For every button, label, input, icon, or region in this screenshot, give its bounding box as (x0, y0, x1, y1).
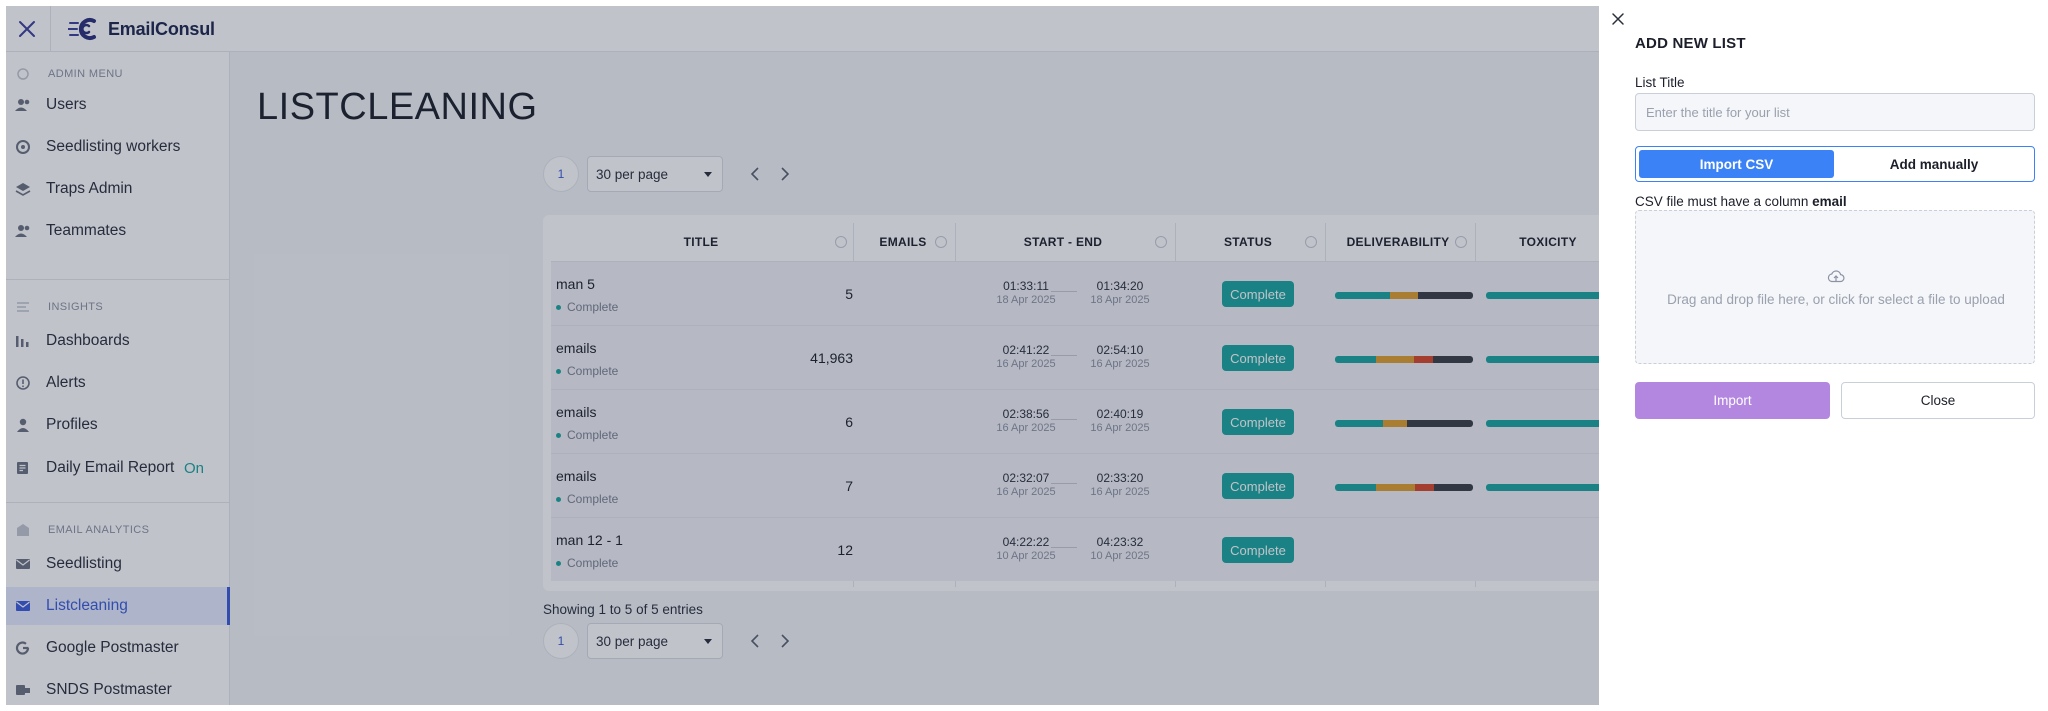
tab-add-manually[interactable]: Add manually (1836, 150, 2032, 178)
csv-requirement-note: CSV file must have a column email (1635, 194, 1847, 209)
dropzone-text: Drag and drop file here, or click for se… (1667, 292, 2005, 307)
import-mode-toggle: Import CSV Add manually (1635, 146, 2035, 182)
csv-column-name: email (1812, 194, 1847, 209)
tab-import-csv[interactable]: Import CSV (1639, 150, 1834, 178)
add-new-list-drawer: ADD NEW LIST List Title Import CSV Add m… (1599, 6, 2042, 705)
close-button[interactable]: Close (1841, 382, 2035, 419)
list-title-label: List Title (1635, 75, 1685, 90)
import-button[interactable]: Import (1635, 382, 1830, 419)
app-frame: EmailConsul ADMIN MENU Users Seedlisting… (6, 6, 2042, 705)
drawer-title: ADD NEW LIST (1635, 35, 1746, 52)
list-title-input[interactable] (1635, 93, 2035, 131)
modal-backdrop[interactable] (6, 6, 1599, 705)
file-dropzone[interactable]: Drag and drop file here, or click for se… (1635, 210, 2035, 364)
cloud-upload-icon (1827, 270, 1845, 283)
close-icon[interactable] (1609, 10, 1627, 28)
